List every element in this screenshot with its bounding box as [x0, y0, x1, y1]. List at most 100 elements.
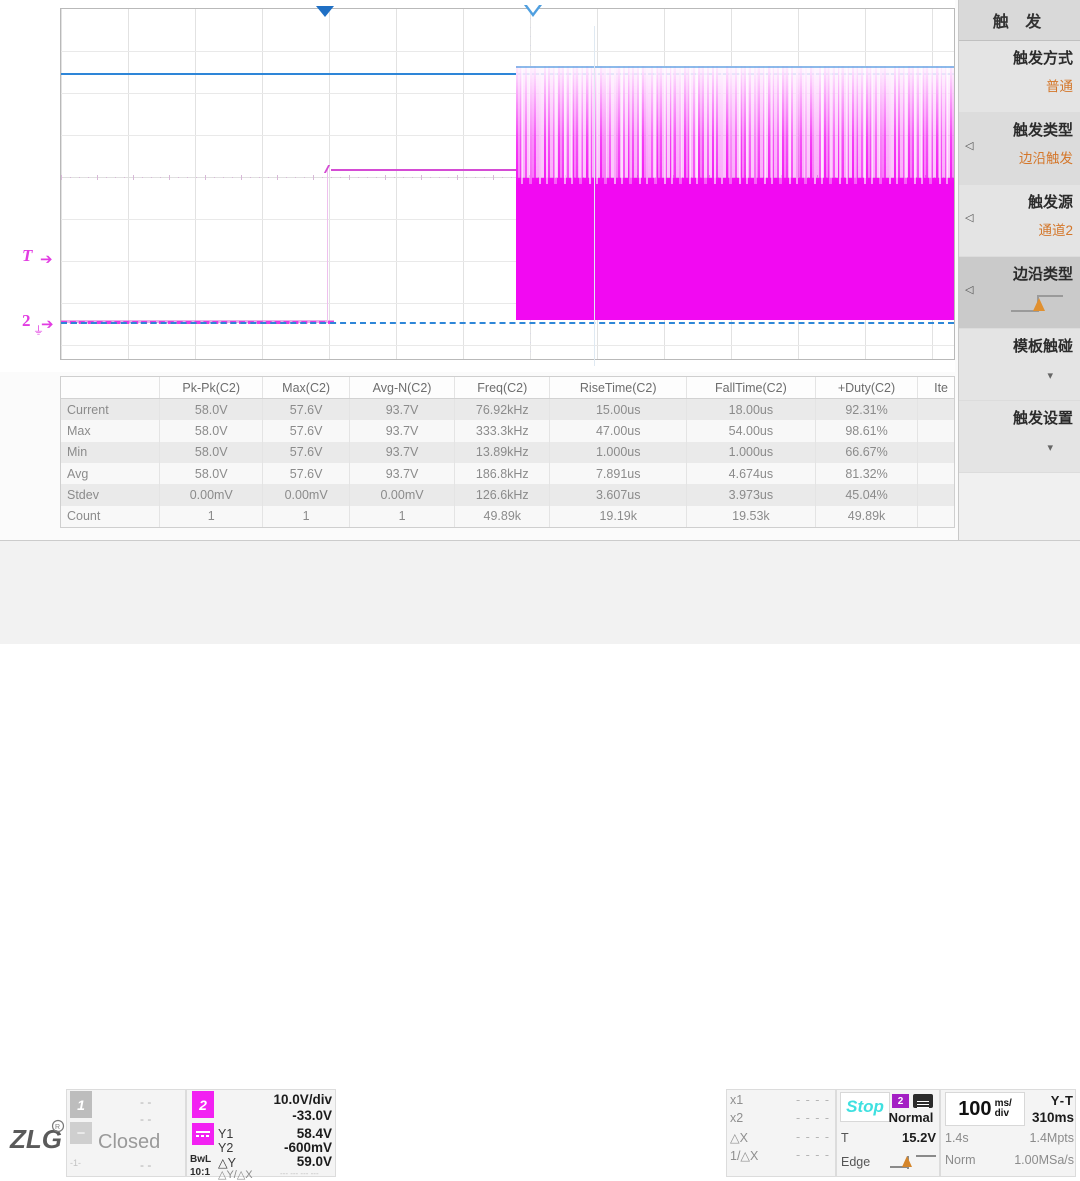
bandwidth-limit-label[interactable]: BwL — [190, 1154, 211, 1165]
cell: 98.61% — [815, 420, 918, 441]
cell: 18.00us — [687, 399, 815, 421]
chevron-left-icon: ◁ — [965, 211, 973, 224]
row-label: Current — [61, 399, 160, 421]
menu-item-trigger-source[interactable]: ◁ 触发源 通道2 — [959, 185, 1080, 257]
menu-title: 触 发 — [959, 0, 1080, 41]
trigger-type-text[interactable]: Edge — [841, 1155, 870, 1169]
col-header-item: Ite — [918, 377, 954, 399]
table-row: Min 58.0V 57.6V 93.7V 13.89kHz 1.000us 1… — [61, 442, 954, 463]
col-header-risetime: RiseTime(C2) — [550, 377, 687, 399]
chevron-down-icon: ▾ — [959, 441, 1073, 454]
display-mode[interactable]: Y-T — [1022, 1093, 1074, 1108]
row-label: Stdev — [61, 484, 160, 505]
cell: 19.53k — [687, 506, 815, 527]
col-header-falltime: FallTime(C2) — [687, 377, 815, 399]
y2-label: Y2 — [218, 1141, 233, 1155]
menu-item-value: 普通 — [959, 79, 1073, 95]
cell: 1 — [160, 506, 263, 527]
cell: 1.000us — [550, 442, 687, 463]
trigger-level-value[interactable]: 15.2V — [884, 1130, 936, 1145]
channel1-coupling-badge[interactable]: − — [70, 1122, 92, 1144]
trigger-coupling-icon — [913, 1094, 933, 1108]
waveform-plot[interactable] — [60, 8, 955, 360]
cursor-x1-value: - - - - — [796, 1093, 830, 1107]
run-stop-status[interactable]: Stop — [840, 1092, 890, 1122]
cursor-x2-label: x2 — [730, 1111, 743, 1125]
row-label: Count — [61, 506, 160, 527]
cursor-invdeltax-label: 1/△X — [730, 1148, 758, 1163]
cell: 186.8kHz — [455, 463, 550, 484]
trigger-vertical-line — [327, 169, 328, 322]
cell: 1 — [349, 506, 455, 527]
cell: 333.3kHz — [455, 420, 550, 441]
cell: 3.607us — [550, 484, 687, 505]
cell — [918, 506, 954, 527]
menu-item-label: 触发源 — [959, 193, 1073, 213]
menu-item-trigger-mode[interactable]: 触发方式 普通 — [959, 41, 1080, 113]
cell: 49.89k — [815, 506, 918, 527]
menu-item-trigger-type[interactable]: ◁ 触发类型 边沿触发 — [959, 113, 1080, 185]
table-row: Max 58.0V 57.6V 93.7V 333.3kHz 47.00us 5… — [61, 420, 954, 441]
cell: 93.7V — [349, 442, 455, 463]
measurement-statistics-table[interactable]: Pk-Pk(C2) Max(C2) Avg-N(C2) Freq(C2) Ris… — [60, 376, 955, 528]
cell: 47.00us — [550, 420, 687, 441]
menu-item-label: 触发设置 — [959, 409, 1073, 429]
table-row: Avg 58.0V 57.6V 93.7V 186.8kHz 7.891us 4… — [61, 463, 954, 484]
rising-edge-icon — [890, 1149, 936, 1173]
cell — [918, 399, 954, 421]
col-header-freq: Freq(C2) — [455, 377, 550, 399]
menu-item-edge-type[interactable]: ◁ 边沿类型 — [959, 257, 1080, 329]
channel1-value-bottom: - - — [140, 1158, 151, 1172]
trigger-source-badge: 2 — [892, 1094, 909, 1108]
menu-item-label: 触发类型 — [959, 121, 1073, 141]
table-row: Current 58.0V 57.6V 93.7V 76.92kHz 15.00… — [61, 399, 954, 421]
row-label: Min — [61, 442, 160, 463]
memory-depth: 1.4Mpts — [1000, 1131, 1074, 1145]
channel1-probe-ratio: -1- — [70, 1158, 81, 1168]
col-header-duty: +Duty(C2) — [815, 377, 918, 399]
trigger-position-marker[interactable] — [316, 6, 334, 17]
channel2-offset[interactable]: -33.0V — [236, 1108, 332, 1123]
row-label: Avg — [61, 463, 160, 484]
y1-label: Y1 — [218, 1127, 233, 1141]
channel2-probe-ratio[interactable]: 10:1 — [190, 1167, 210, 1178]
cell: 66.67% — [815, 442, 918, 463]
menu-item-trigger-settings[interactable]: 触发设置 ▾ — [959, 401, 1080, 473]
cell: 58.0V — [160, 442, 263, 463]
trigger-mode-text[interactable]: Normal — [884, 1110, 938, 1125]
channel2-coupling-icon[interactable] — [192, 1123, 214, 1145]
channel2-volts-per-div[interactable]: 10.0V/div — [236, 1092, 332, 1107]
col-header-avgn: Avg-N(C2) — [349, 377, 455, 399]
cell: 93.7V — [349, 399, 455, 421]
cell: 0.00mV — [263, 484, 349, 505]
delay-position-marker-inner — [527, 5, 539, 13]
trigger-menu-panel[interactable]: 触 发 触发方式 普通 ◁ 触发类型 边沿触发 ◁ 触发源 通道2 ◁ 边沿类型… — [958, 0, 1080, 540]
channel1-badge[interactable]: 1 — [70, 1091, 92, 1118]
cursor-line-y2[interactable] — [61, 322, 954, 324]
zlg-logo: ZLG R — [8, 1116, 70, 1161]
cell: 93.7V — [349, 420, 455, 441]
table-row: Count 1 1 1 49.89k 19.19k 19.53k 49.89k — [61, 506, 954, 527]
waveform-display-area[interactable]: T ➔ 2 ⏚ ➔ — [0, 0, 955, 372]
menu-item-label: 边沿类型 — [959, 265, 1073, 285]
time-per-div-unit: ms/ div — [995, 1099, 1012, 1119]
chevron-left-icon: ◁ — [965, 139, 973, 152]
cursor-deltax-label: △X — [730, 1130, 748, 1145]
col-header-pkpk: Pk-Pk(C2) — [160, 377, 263, 399]
menu-item-label: 触发方式 — [959, 49, 1073, 69]
channel2-badge[interactable]: 2 — [192, 1091, 214, 1118]
cell: 81.32% — [815, 463, 918, 484]
y1-value: 58.4V — [236, 1126, 332, 1141]
channel2-ground-marker-label[interactable]: 2 — [22, 311, 31, 331]
menu-item-template-touch[interactable]: 模板触碰 ▾ — [959, 329, 1080, 401]
channel1-state: Closed — [98, 1131, 160, 1154]
cursor-x2-value: - - - - — [796, 1111, 830, 1125]
col-header-0 — [61, 377, 160, 399]
time-delay-value[interactable]: 310ms — [1012, 1110, 1074, 1125]
time-per-div-value: 100 — [958, 1098, 991, 1121]
cell: 93.7V — [349, 463, 455, 484]
cell: 1 — [263, 506, 349, 527]
trigger-level-marker-label: T — [22, 246, 32, 266]
cell: 4.674us — [687, 463, 815, 484]
cell: 92.31% — [815, 399, 918, 421]
